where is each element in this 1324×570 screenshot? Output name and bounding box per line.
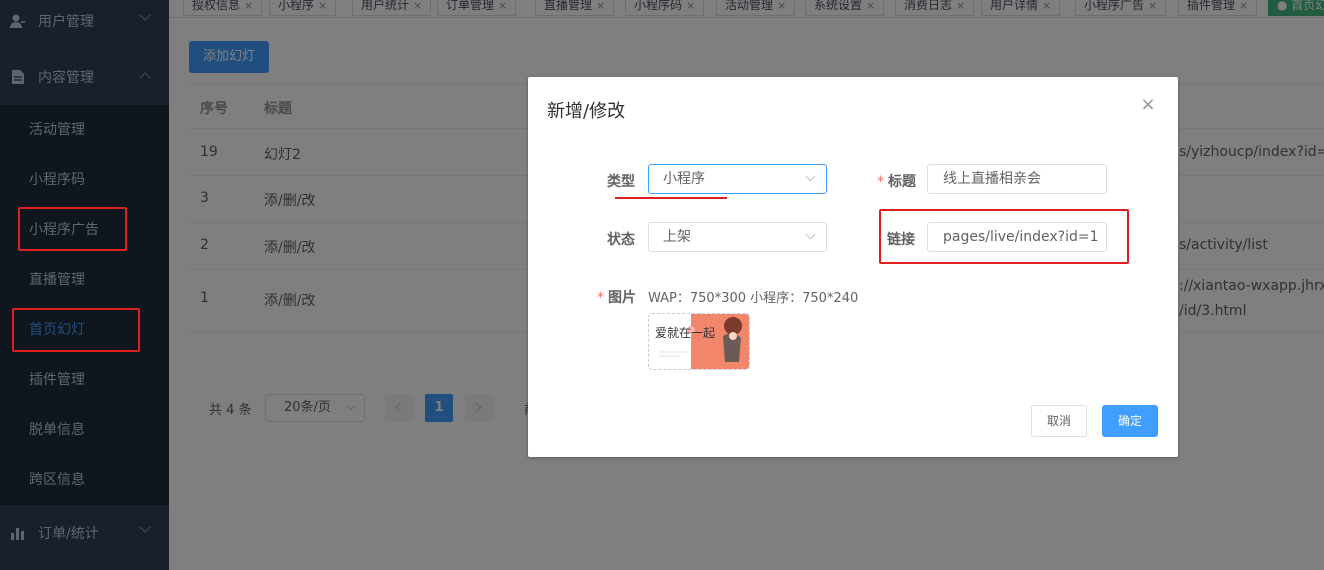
status-select-value: 上架	[663, 229, 691, 245]
title-input[interactable]: 线上直播相亲会	[927, 164, 1107, 194]
image-upload-thumbnail[interactable]: 爱就在一起	[648, 313, 750, 370]
dialog-title: 新增/修改	[547, 101, 626, 122]
image-size-hint: WAP：750*300 小程序：750*240	[648, 291, 859, 306]
required-mark: *	[597, 290, 604, 306]
title-label: * 标题	[877, 171, 916, 191]
confirm-button[interactable]: 确定	[1102, 405, 1158, 437]
image-label: * 图片	[597, 287, 636, 307]
status-select[interactable]: 上架	[648, 222, 827, 252]
type-select[interactable]: 小程序	[648, 164, 827, 194]
chevron-down-icon	[805, 171, 816, 182]
close-icon[interactable]: ×	[1140, 96, 1156, 114]
annotation-box-slides	[12, 308, 140, 352]
annotation-box-link	[879, 209, 1129, 264]
annotation-box-ad	[18, 207, 127, 251]
image-label-text: 图片	[608, 290, 636, 306]
annotation-underline	[615, 197, 727, 199]
type-select-value: 小程序	[663, 171, 705, 187]
thumbnail-text: 爱就在一起	[655, 326, 716, 340]
type-label: 类型	[607, 174, 635, 190]
edit-dialog: 新增/修改 × 类型 小程序 * 标题 线上直播相亲会 状态 上架 链接 page…	[528, 77, 1178, 457]
status-label: 状态	[607, 232, 635, 248]
required-mark: *	[877, 174, 884, 190]
title-label-text: 标题	[888, 174, 916, 190]
chevron-down-icon	[805, 229, 816, 240]
cancel-button[interactable]: 取消	[1031, 405, 1087, 437]
